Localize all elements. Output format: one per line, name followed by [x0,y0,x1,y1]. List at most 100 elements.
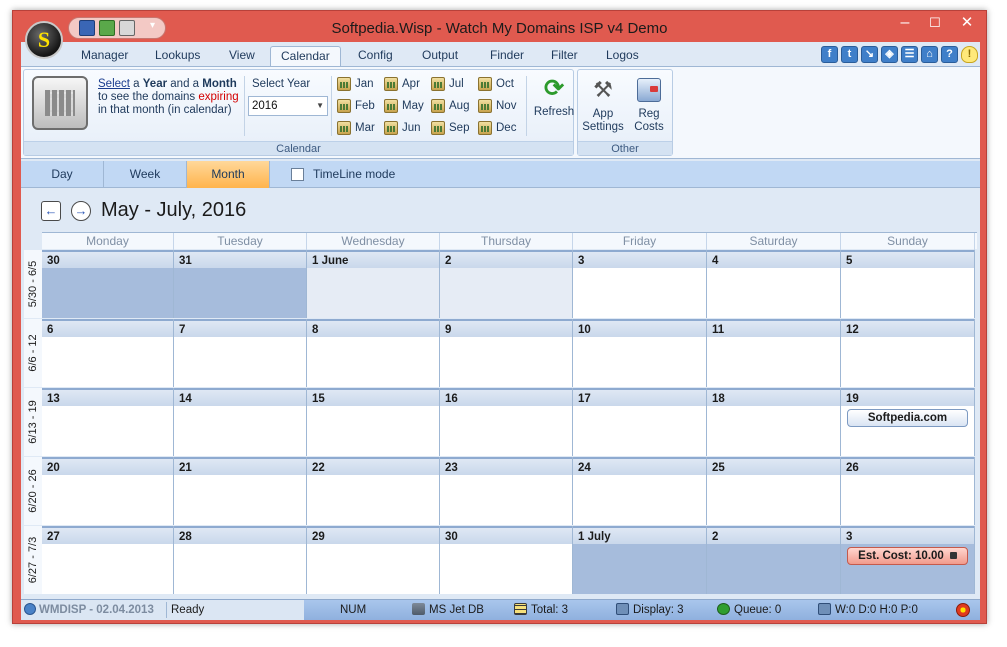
day-body[interactable] [440,406,572,456]
app-settings-button[interactable]: ⚒ App Settings [580,78,626,134]
day-body[interactable] [440,475,572,525]
day-cell[interactable]: 14 [174,388,307,456]
day-body[interactable]: Est. Cost: 10.00 [841,544,974,594]
month-oct-button[interactable]: Oct [478,75,514,93]
day-body[interactable] [841,268,974,318]
tab-output[interactable]: Output [412,46,468,66]
day-cell[interactable]: 25 [707,457,841,525]
tab-config[interactable]: Config [348,46,403,66]
day-cell[interactable]: 20 [42,457,174,525]
maximize-button[interactable]: ☐ [920,13,950,35]
day-body[interactable] [42,544,173,594]
day-cell[interactable]: 16 [440,388,573,456]
day-cell[interactable]: 30 [42,250,174,318]
day-body[interactable] [573,337,706,387]
day-body[interactable] [42,475,173,525]
day-cell[interactable]: 8 [307,319,440,387]
month-apr-button[interactable]: Apr [384,75,420,93]
day-body[interactable] [573,268,706,318]
day-cell[interactable]: 15 [307,388,440,456]
title-bar[interactable]: ▾ Softpedia.Wisp - Watch My Domains ISP … [13,11,986,45]
day-body[interactable] [707,337,840,387]
day-cell[interactable]: 17 [573,388,707,456]
next-month-button[interactable]: → [71,201,91,221]
day-cell[interactable]: 2 [440,250,573,318]
day-cell[interactable]: 28 [174,526,307,594]
lightbulb-icon[interactable]: ! [961,46,978,63]
box-icon[interactable]: ◈ [881,46,898,63]
timeline-mode-checkbox[interactable] [291,168,304,181]
day-body[interactable] [440,544,572,594]
day-cell[interactable]: 9 [440,319,573,387]
month-feb-button[interactable]: Feb [337,97,375,115]
tab-filter[interactable]: Filter [541,46,588,66]
tab-finder[interactable]: Finder [480,46,534,66]
day-body[interactable] [707,406,840,456]
day-body[interactable] [707,544,840,594]
day-body[interactable] [307,268,439,318]
month-jun-button[interactable]: Jun [384,119,421,137]
day-cell[interactable]: 6 [42,319,174,387]
facebook-icon[interactable]: f [821,46,838,63]
document-icon[interactable]: ☰ [901,46,918,63]
month-jul-button[interactable]: Jul [431,75,464,93]
day-body[interactable] [174,268,306,318]
day-cell[interactable]: 30 [440,526,573,594]
month-jan-button[interactable]: Jan [337,75,374,93]
day-body[interactable] [307,544,439,594]
day-body[interactable] [307,475,439,525]
tab-manager[interactable]: Manager [71,46,138,66]
day-cell[interactable]: 1 June [307,250,440,318]
day-body[interactable] [174,475,306,525]
day-cell[interactable]: 2 [707,526,841,594]
year-select[interactable]: 2016 ▼ [248,96,328,116]
month-sep-button[interactable]: Sep [431,119,469,137]
day-cell[interactable]: 13 [42,388,174,456]
day-body[interactable] [307,406,439,456]
day-cell[interactable]: 27 [42,526,174,594]
day-body[interactable] [174,544,306,594]
tab-view[interactable]: View [219,46,265,66]
day-body[interactable] [440,268,572,318]
twitter-icon[interactable]: t [841,46,858,63]
month-may-button[interactable]: May [384,97,424,115]
minimize-button[interactable]: – [890,13,920,35]
previous-month-button[interactable]: ← [41,201,61,221]
month-mar-button[interactable]: Mar [337,119,375,137]
day-body[interactable] [707,475,840,525]
day-body[interactable] [573,544,706,594]
day-body[interactable]: Softpedia.com [841,406,974,456]
target-icon[interactable] [956,603,970,617]
day-cell[interactable]: 5 [841,250,975,318]
day-body[interactable] [307,337,439,387]
day-cell[interactable]: 18 [707,388,841,456]
day-cell[interactable]: 4 [707,250,841,318]
tab-lookups[interactable]: Lookups [145,46,210,66]
day-cell[interactable]: 24 [573,457,707,525]
day-cell[interactable]: 31 [174,250,307,318]
app-menu-orb[interactable]: S [25,21,63,59]
cost-event[interactable]: Est. Cost: 10.00 [847,547,968,565]
tab-logos[interactable]: Logos [596,46,649,66]
day-body[interactable] [174,406,306,456]
day-body[interactable] [174,337,306,387]
day-cell[interactable]: 21 [174,457,307,525]
select-link[interactable]: Select [98,78,130,90]
close-button[interactable]: ✕ [950,13,984,35]
day-body[interactable] [841,337,974,387]
view-week-tab[interactable]: Week [104,161,187,188]
day-cell[interactable]: 3 [573,250,707,318]
day-body[interactable] [440,337,572,387]
day-body[interactable] [707,268,840,318]
day-cell[interactable]: 10 [573,319,707,387]
day-cell[interactable]: 19 Softpedia.com [841,388,975,456]
day-cell[interactable]: 11 [707,319,841,387]
help-icon[interactable]: ? [941,46,958,63]
month-nov-button[interactable]: Nov [478,97,516,115]
day-body[interactable] [42,337,173,387]
view-day-tab[interactable]: Day [21,161,104,188]
view-month-tab[interactable]: Month [187,161,270,188]
day-body[interactable] [841,475,974,525]
day-cell[interactable]: 23 [440,457,573,525]
reg-costs-button[interactable]: Reg Costs [626,78,672,134]
